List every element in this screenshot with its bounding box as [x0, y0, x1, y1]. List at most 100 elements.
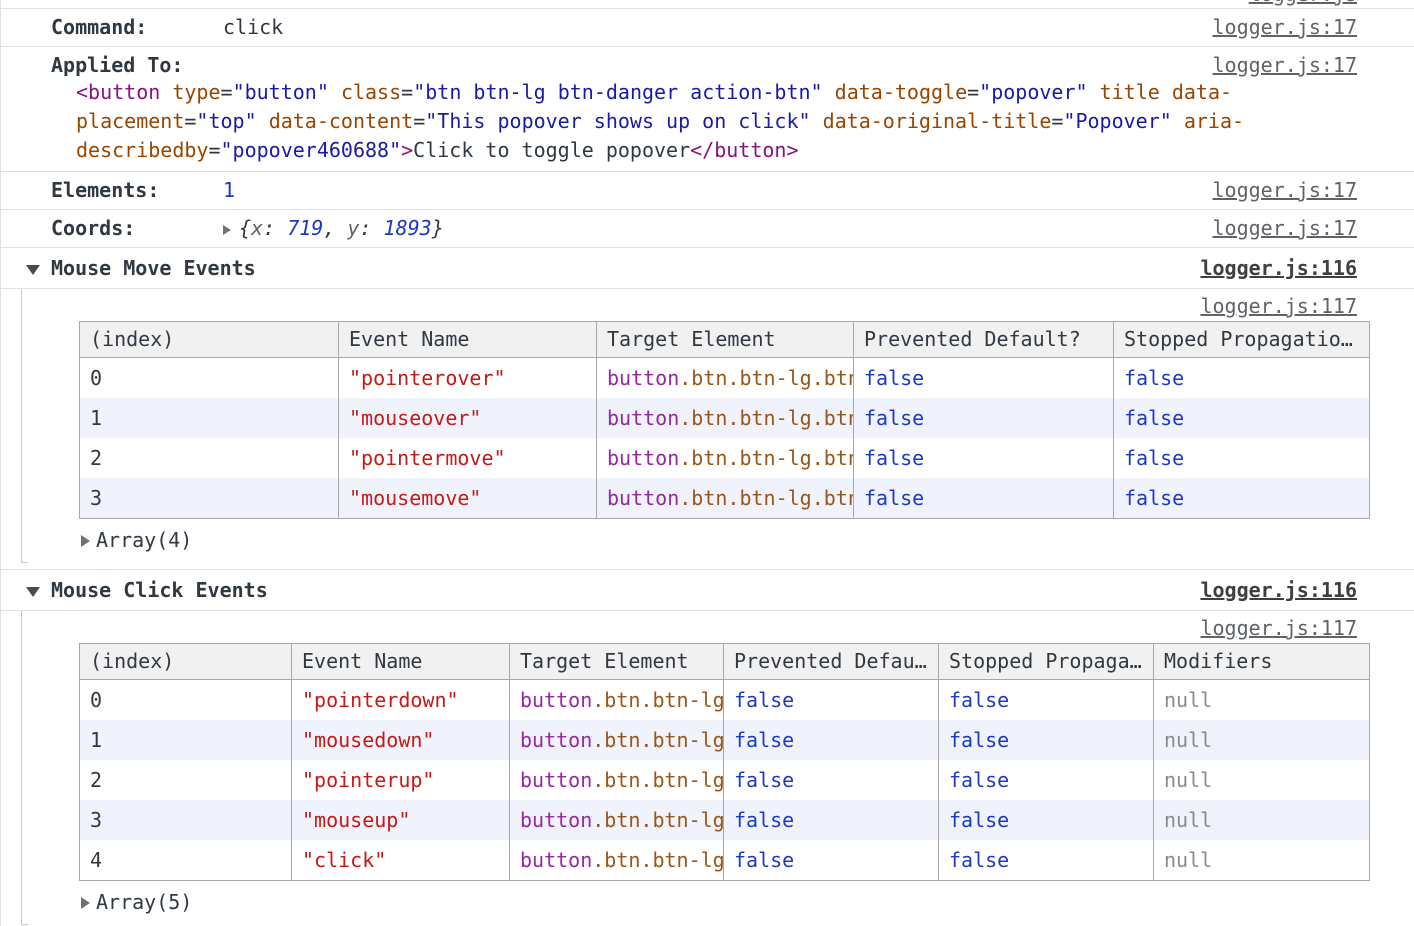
table-cell-prevented: false — [724, 680, 939, 721]
group-body-mouse-move-events: logger.js:117 (index)Event NameTarget El… — [1, 289, 1414, 570]
table-cell-prevented: false — [724, 720, 939, 760]
table-cell-event: "click" — [292, 840, 510, 881]
table-cell-modifiers: null — [1154, 680, 1370, 721]
source-link[interactable]: logger.js:17 — [1213, 14, 1358, 40]
column-header-prevented[interactable]: Prevented Default? — [724, 644, 939, 680]
table-cell-prevented: false — [724, 800, 939, 840]
command-label: Command: — [51, 14, 223, 40]
table-cell-index: 0 — [80, 680, 292, 721]
expand-triangle-icon[interactable] — [223, 225, 231, 235]
table-cell-modifiers: null — [1154, 760, 1370, 800]
source-link[interactable]: logger.js:17 — [1213, 215, 1358, 241]
table-cell-target: button.btn.btn-lg.btn-danger.action-btn — [597, 398, 854, 438]
table-cell-prevented: false — [854, 358, 1114, 399]
applied-to-log-row: Applied To: logger.js:17 <button type="b… — [1, 47, 1414, 172]
table-row: 4"click"button.btn.btn-lg.btn-danger.act… — [80, 840, 1370, 881]
table-cell-target: button.btn.btn-lg.btn-danger.action-btn — [510, 840, 724, 881]
table-cell-index: 3 — [80, 478, 339, 519]
source-link[interactable]: logger.js:17 — [1213, 52, 1358, 78]
column-header-prevented[interactable]: Prevented Default? — [854, 322, 1114, 358]
table-header-row: (index)Event NameTarget ElementPrevented… — [80, 644, 1370, 680]
table-row: 1"mouseover"button.btn.btn-lg.btn-danger… — [80, 398, 1370, 438]
source-link[interactable]: logger.js — [1249, 0, 1357, 7]
table-cell-event: "pointerup" — [292, 760, 510, 800]
column-header-index[interactable]: (index) — [80, 322, 339, 358]
table-row: 3"mouseup"button.btn.btn-lg.btn-danger.a… — [80, 800, 1370, 840]
table-cell-target: button.btn.btn-lg.btn-danger.action-btn — [597, 478, 854, 519]
table-cell-index: 3 — [80, 800, 292, 840]
table-cell-index: 0 — [80, 358, 339, 399]
column-header-target[interactable]: Target Element — [597, 322, 854, 358]
collapse-triangle-icon[interactable] — [26, 587, 40, 597]
table-cell-target: button.btn.btn-lg.btn-danger.action-btn — [510, 720, 724, 760]
table-cell-modifiers: null — [1154, 720, 1370, 760]
table-entry-header: logger.js:117 — [1, 613, 1414, 643]
table-cell-stopped: false — [1114, 398, 1370, 438]
expand-triangle-icon[interactable] — [81, 897, 90, 909]
table-cell-index: 2 — [80, 760, 292, 800]
table-row: 0"pointerover"button.btn.btn-lg.btn-dang… — [80, 358, 1370, 399]
source-link[interactable]: logger.js:116 — [1200, 577, 1357, 603]
table-cell-stopped: false — [939, 800, 1154, 840]
coords-log-row: Coords: {x: 719, y: 1893} logger.js:17 — [1, 210, 1414, 248]
source-link[interactable]: logger.js:17 — [1213, 177, 1358, 203]
coords-object-preview[interactable]: {x: 719, y: 1893} — [239, 216, 444, 240]
column-header-index[interactable]: (index) — [80, 644, 292, 680]
table-cell-prevented: false — [724, 760, 939, 800]
table-cell-index: 1 — [80, 398, 339, 438]
expand-triangle-icon[interactable] — [81, 535, 90, 547]
source-link[interactable]: logger.js:117 — [1200, 615, 1357, 641]
table-cell-event: "mouseup" — [292, 800, 510, 840]
code-line: placement="top" data-content="This popov… — [76, 107, 1357, 136]
column-header-event[interactable]: Event Name — [292, 644, 510, 680]
table-cell-stopped: false — [939, 760, 1154, 800]
table-cell-event: "pointerdown" — [292, 680, 510, 721]
collapse-triangle-icon[interactable] — [26, 265, 40, 275]
devtools-console-panel: logger.js Command:click logger.js:17 App… — [0, 0, 1414, 926]
applied-to-label: Applied To: — [51, 53, 183, 77]
command-value: click — [223, 15, 283, 39]
table-cell-event: "mousedown" — [292, 720, 510, 760]
group-header-mouse-click-events[interactable]: Mouse Click Events logger.js:116 — [1, 570, 1414, 611]
array-preview[interactable]: Array(5) — [81, 889, 1414, 915]
table-cell-target: button.btn.btn-lg.btn-danger.action-btn — [597, 358, 854, 399]
elements-count: 1 — [223, 178, 235, 202]
table-row: 0"pointerdown"button.btn.btn-lg.btn-dang… — [80, 680, 1370, 721]
table-row: 2"pointermove"button.btn.btn-lg.btn-dang… — [80, 438, 1370, 478]
source-link[interactable]: logger.js:117 — [1200, 293, 1357, 319]
table-cell-stopped: false — [939, 680, 1154, 721]
table-cell-event: "pointerover" — [339, 358, 597, 399]
coords-label: Coords: — [51, 215, 223, 241]
table-row: 3"mousemove"button.btn.btn-lg.btn-danger… — [80, 478, 1370, 519]
table-cell-index: 2 — [80, 438, 339, 478]
column-header-stopped[interactable]: Stopped Propagation? — [1114, 322, 1370, 358]
table-entry-header: logger.js:117 — [1, 291, 1414, 321]
column-header-modifiers[interactable]: Modifiers — [1154, 644, 1370, 680]
command-log-row: Command:click logger.js:17 — [1, 9, 1414, 47]
table-header-row: (index)Event NameTarget ElementPrevented… — [80, 322, 1370, 358]
array-label: Array(4) — [96, 528, 192, 552]
table-cell-target: button.btn.btn-lg.btn-danger.action-btn — [510, 760, 724, 800]
group-body-mouse-click-events: logger.js:117 (index)Event NameTarget El… — [1, 611, 1414, 926]
table-row: 2"pointerup"button.btn.btn-lg.btn-danger… — [80, 760, 1370, 800]
column-header-event[interactable]: Event Name — [339, 322, 597, 358]
source-link[interactable]: logger.js:116 — [1200, 255, 1357, 281]
table-cell-event: "mouseover" — [339, 398, 597, 438]
table-cell-prevented: false — [854, 398, 1114, 438]
table-cell-index: 1 — [80, 720, 292, 760]
table-cell-prevented: false — [854, 438, 1114, 478]
group-header-mouse-move-events[interactable]: Mouse Move Events logger.js:116 — [1, 248, 1414, 289]
code-line: <button type="button" class="btn btn-lg … — [76, 78, 1357, 107]
elements-label: Elements: — [51, 177, 223, 203]
elements-log-row: Elements:1 logger.js:17 — [1, 172, 1414, 210]
column-header-target[interactable]: Target Element — [510, 644, 724, 680]
table-cell-stopped: false — [1114, 358, 1370, 399]
table-cell-stopped: false — [939, 720, 1154, 760]
array-preview[interactable]: Array(4) — [81, 527, 1414, 553]
table-cell-stopped: false — [939, 840, 1154, 881]
table-row: 1"mousedown"button.btn.btn-lg.btn-danger… — [80, 720, 1370, 760]
table-cell-prevented: false — [854, 478, 1114, 519]
table-cell-event: "pointermove" — [339, 438, 597, 478]
applied-html-element-code[interactable]: <button type="button" class="btn btn-lg … — [76, 78, 1357, 165]
column-header-stopped[interactable]: Stopped Propagation? — [939, 644, 1154, 680]
